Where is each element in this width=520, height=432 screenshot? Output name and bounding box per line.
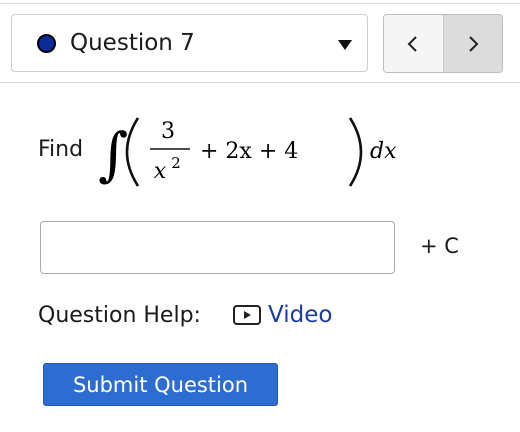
fraction-denominator-exponent: 2 bbox=[171, 154, 181, 172]
header-divider bbox=[0, 82, 520, 83]
question-nav bbox=[383, 14, 503, 73]
integral-sign: ∫ bbox=[98, 120, 128, 188]
right-paren bbox=[348, 117, 363, 187]
previous-question-button[interactable] bbox=[384, 15, 444, 72]
differential: dx bbox=[370, 139, 397, 164]
question-selector[interactable]: Question 7 bbox=[11, 14, 368, 72]
fraction-numerator: 3 bbox=[161, 119, 175, 144]
chevron-left-icon bbox=[407, 35, 417, 52]
integration-constant-label: + C bbox=[420, 234, 459, 258]
next-question-button[interactable] bbox=[443, 15, 502, 72]
play-video-icon bbox=[233, 305, 261, 325]
caret-down-icon bbox=[338, 40, 352, 50]
question-selector-label: Question 7 bbox=[70, 30, 195, 56]
find-text: Find bbox=[38, 137, 84, 162]
video-link-label: Video bbox=[268, 302, 333, 328]
fraction-denominator-base: x bbox=[154, 159, 167, 184]
submit-question-button[interactable]: Submit Question bbox=[43, 363, 278, 406]
integral-expression: ∫ 3 x 2 + 2x + 4 dx bbox=[98, 117, 397, 188]
top-divider bbox=[0, 3, 520, 4]
question-help-label: Question Help: bbox=[38, 303, 201, 328]
chevron-right-icon bbox=[469, 35, 479, 52]
video-help-link[interactable]: Video bbox=[232, 300, 332, 330]
remaining-terms: + 2x + 4 bbox=[200, 139, 298, 164]
question-status-dot bbox=[37, 34, 56, 53]
answer-input[interactable] bbox=[40, 221, 395, 274]
left-paren bbox=[125, 117, 140, 187]
problem-statement: Find ∫ 3 x 2 + 2x + 4 dx bbox=[38, 112, 498, 192]
